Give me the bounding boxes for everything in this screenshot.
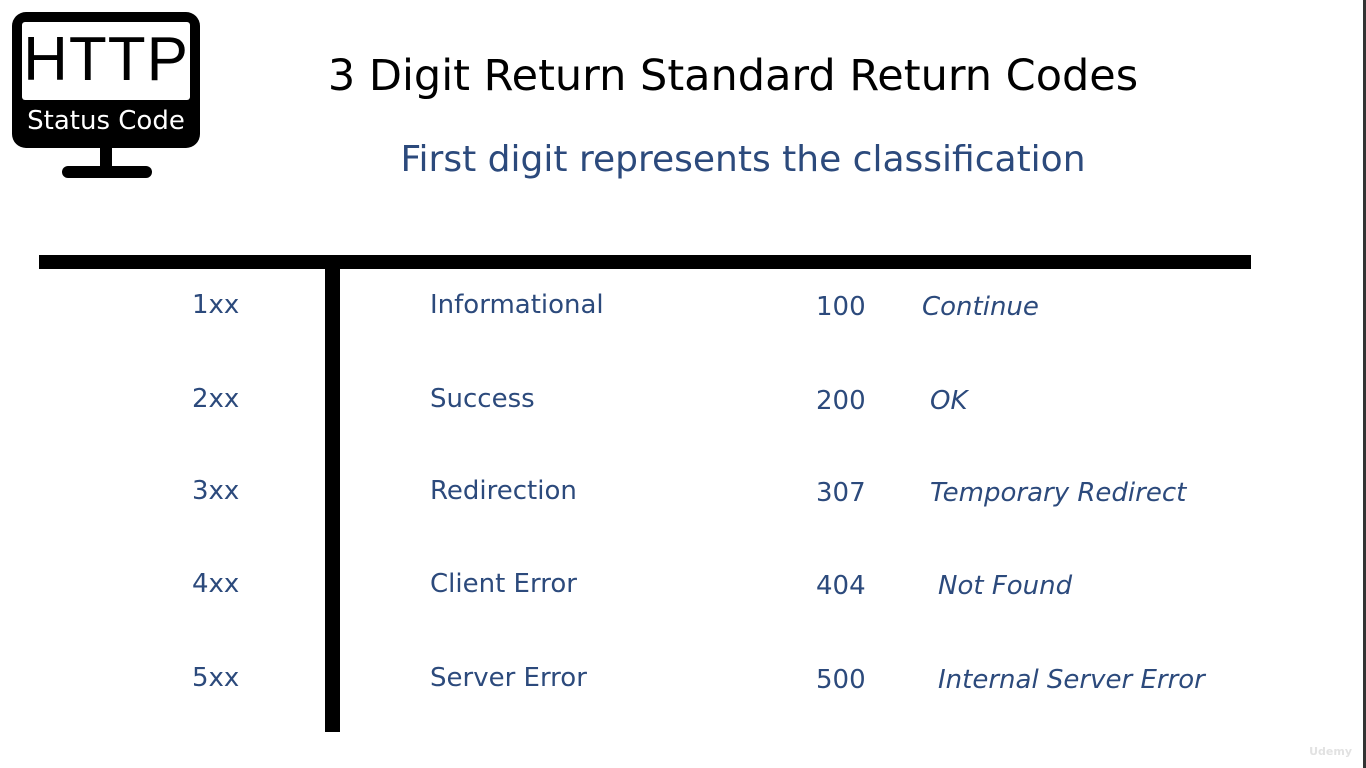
monitor-stand-base (62, 166, 152, 178)
slide-subtitle: First digit represents the classificatio… (400, 139, 1086, 180)
status-code-example: Internal Server Error (938, 665, 1205, 695)
slide-title: 3 Digit Return Standard Return Codes (327, 51, 1139, 101)
logo-http-text: HTTP (23, 25, 189, 94)
status-class-name: Client Error (430, 569, 577, 599)
status-class: 5xx (192, 663, 240, 693)
http-status-code-logo: HTTP Status Code (12, 12, 200, 148)
status-class: 1xx (192, 290, 240, 320)
status-code-example: OK (930, 386, 968, 416)
status-class: 2xx (192, 384, 240, 414)
table-horizontal-divider (39, 255, 1251, 269)
status-code: 404 (816, 571, 866, 601)
udemy-watermark: Udemy (1309, 745, 1352, 758)
status-code: 307 (816, 478, 866, 508)
status-class-name: Redirection (430, 476, 577, 506)
monitor-screen: HTTP (22, 22, 190, 100)
status-class-name: Success (430, 384, 535, 414)
status-class-name: Server Error (430, 663, 587, 693)
status-class: 4xx (192, 569, 240, 599)
status-code-example: Temporary Redirect (930, 478, 1187, 508)
status-class-name: Informational (430, 290, 604, 320)
status-code: 200 (816, 386, 866, 416)
status-code: 100 (816, 292, 866, 322)
status-class: 3xx (192, 476, 240, 506)
logo-status-code-text: Status Code (27, 106, 185, 136)
status-code: 500 (816, 665, 866, 695)
status-code-example: Not Found (938, 571, 1073, 601)
table-vertical-divider (325, 262, 340, 732)
status-code-example: Continue (922, 292, 1039, 322)
